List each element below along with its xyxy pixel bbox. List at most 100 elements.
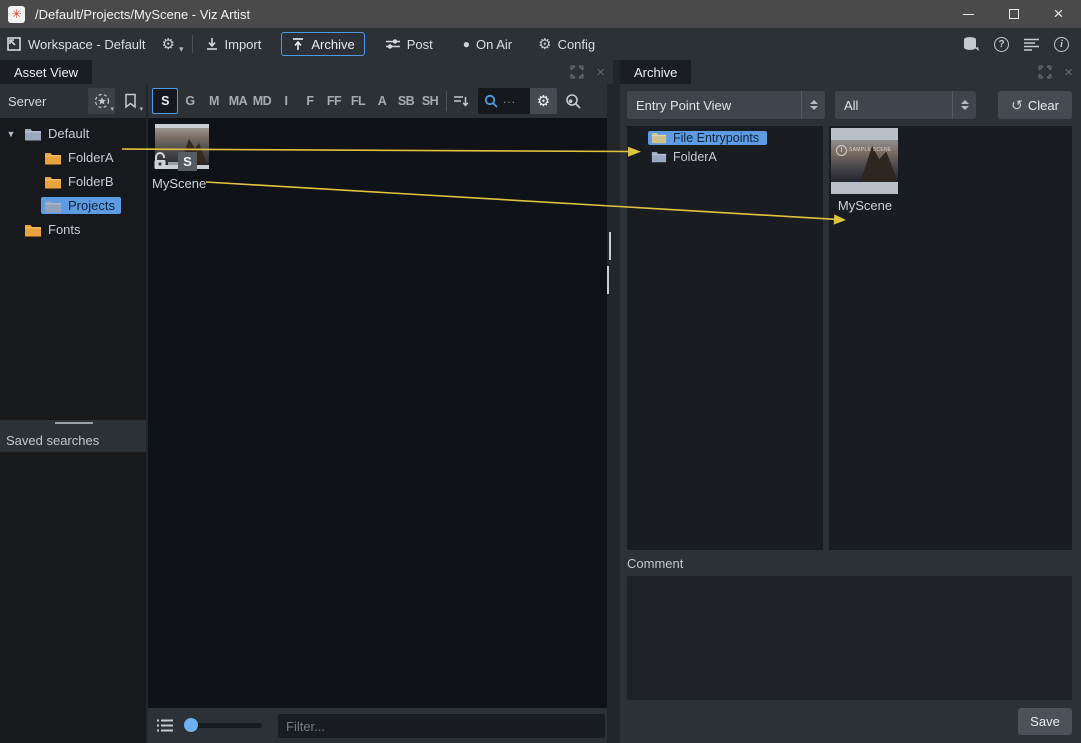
window-title: /Default/Projects/MyScene - Viz Artist bbox=[35, 7, 250, 22]
info-button[interactable]: i bbox=[1054, 37, 1069, 52]
tree-item-default[interactable]: ▼ Default bbox=[4, 122, 89, 145]
config-label: Config bbox=[558, 37, 596, 52]
help-button[interactable]: ? bbox=[994, 37, 1009, 52]
folder-icon bbox=[44, 151, 62, 165]
type-filter-i[interactable]: I bbox=[274, 94, 298, 108]
archive-asset-name-label: MyScene bbox=[829, 198, 901, 213]
asset-grid-footer bbox=[148, 708, 607, 743]
type-filter-a[interactable]: A bbox=[370, 94, 394, 108]
smart-view-button[interactable]: ▾ bbox=[88, 88, 115, 114]
minimize-button[interactable] bbox=[946, 0, 991, 28]
type-filter-ma[interactable]: MA bbox=[226, 94, 250, 108]
save-button[interactable]: Save bbox=[1018, 708, 1072, 735]
maximize-button[interactable] bbox=[991, 0, 1036, 28]
slider-knob[interactable] bbox=[184, 718, 198, 732]
folder-icon bbox=[24, 223, 42, 237]
type-filter-g[interactable]: G bbox=[178, 94, 202, 108]
search-more-label: ... bbox=[503, 92, 516, 110]
on-air-button[interactable]: ● On Air bbox=[453, 28, 522, 60]
tab-archive[interactable]: Archive bbox=[620, 60, 691, 84]
thumbnail-size-slider[interactable] bbox=[184, 723, 262, 728]
tab-asset-view[interactable]: Asset View bbox=[0, 60, 92, 84]
asset-name-label: MyScene bbox=[152, 176, 206, 191]
tree-expander-icon[interactable]: ▼ bbox=[4, 129, 18, 139]
comment-textarea[interactable] bbox=[627, 576, 1072, 700]
clear-undo-icon: ↺ bbox=[1011, 98, 1023, 112]
import-button[interactable]: Import bbox=[195, 28, 272, 60]
bookmark-button[interactable]: ▾ bbox=[117, 88, 144, 114]
archive-icon bbox=[291, 37, 305, 51]
on-air-dot-icon: ● bbox=[463, 38, 470, 50]
asset-grid[interactable]: S MyScene bbox=[148, 118, 607, 708]
expand-panel-icon[interactable] bbox=[1038, 65, 1052, 79]
lock-icon bbox=[151, 151, 169, 171]
search-settings-button[interactable]: ⚙ bbox=[530, 88, 557, 114]
type-filter-value: All bbox=[844, 98, 952, 113]
post-button[interactable]: Post bbox=[375, 28, 443, 60]
archive-tree-item-foldera[interactable]: FolderA bbox=[651, 147, 717, 166]
type-filter-select[interactable]: All bbox=[835, 91, 976, 119]
workspace-button[interactable]: Workspace - Default bbox=[0, 28, 156, 60]
panel-splitter-handle[interactable] bbox=[609, 232, 611, 260]
main-toolbar: Workspace - Default ⚙ ▾ Import Archive bbox=[0, 28, 1081, 60]
type-filter-md[interactable]: MD bbox=[250, 94, 274, 108]
type-filter-f[interactable]: F bbox=[298, 94, 322, 108]
folder-icon bbox=[651, 131, 667, 144]
type-filter-fl[interactable]: FL bbox=[346, 94, 370, 108]
folder-icon bbox=[44, 199, 62, 213]
tree-item-label: Projects bbox=[68, 198, 115, 213]
saved-searches-header: Saved searches bbox=[0, 428, 146, 452]
type-filter-sb[interactable]: SB bbox=[394, 94, 418, 108]
tree-item-folderb[interactable]: FolderB bbox=[44, 170, 114, 193]
star-refresh-icon bbox=[93, 92, 111, 110]
type-filter-m[interactable]: M bbox=[202, 94, 226, 108]
workspace-icon bbox=[6, 36, 22, 52]
server-label: Server bbox=[8, 94, 46, 109]
log-lines-icon[interactable] bbox=[1023, 37, 1040, 51]
tree-item-foldera[interactable]: FolderA bbox=[44, 146, 114, 169]
tree-item-label: Default bbox=[48, 126, 89, 141]
help-icon: ? bbox=[998, 39, 1004, 50]
saved-searches-panel[interactable] bbox=[0, 452, 146, 743]
post-sliders-icon bbox=[385, 37, 401, 51]
chevron-down-icon: ▾ bbox=[139, 105, 143, 113]
asset-type-toolbar: S G M MA MD I F FF FL A SB SH bbox=[148, 84, 607, 118]
close-panel-icon[interactable]: × bbox=[1064, 65, 1073, 80]
search-icon bbox=[484, 94, 499, 109]
sidebar-splitter-handle[interactable] bbox=[55, 422, 93, 424]
panel-splitter-handle[interactable] bbox=[607, 266, 609, 294]
config-button[interactable]: ⚙ Config bbox=[528, 28, 605, 60]
folder-icon bbox=[24, 127, 42, 141]
import-icon bbox=[205, 37, 219, 51]
list-view-icon[interactable] bbox=[156, 718, 174, 733]
workspace-settings-button[interactable]: ⚙ ▾ bbox=[156, 28, 190, 60]
view-mode-select[interactable]: Entry Point View bbox=[627, 91, 825, 119]
sort-order-icon[interactable] bbox=[453, 94, 470, 108]
close-panel-icon[interactable]: × bbox=[596, 65, 605, 80]
chevron-down-icon: ▾ bbox=[179, 44, 184, 60]
server-tree: ▼ Default FolderA bbox=[0, 118, 146, 420]
tree-item-fonts[interactable]: Fonts bbox=[24, 218, 81, 241]
gear-icon: ⚙ bbox=[162, 37, 175, 52]
post-label: Post bbox=[407, 37, 433, 52]
filter-input[interactable] bbox=[278, 714, 605, 738]
clear-button[interactable]: ↺ Clear bbox=[998, 91, 1072, 119]
search-field[interactable]: ... bbox=[478, 88, 530, 114]
archive-asset-thumbnail: I SAMPLE SCENE bbox=[831, 128, 898, 194]
type-filter-ff[interactable]: FF bbox=[322, 94, 346, 108]
asset-browser: S G M MA MD I F FF FL A SB SH bbox=[148, 84, 607, 743]
archive-tree-item-entrypoints-selected[interactable]: File Entrypoints bbox=[648, 128, 767, 147]
type-filter-sh[interactable]: SH bbox=[418, 94, 442, 108]
folder-icon bbox=[651, 150, 667, 163]
close-button[interactable]: × bbox=[1036, 0, 1081, 28]
archive-filter-row: Entry Point View All ↺ Clear bbox=[620, 88, 1081, 126]
expand-panel-icon[interactable] bbox=[570, 65, 584, 79]
advanced-search-icon[interactable] bbox=[565, 93, 582, 110]
archive-tree[interactable]: File Entrypoints FolderA bbox=[627, 126, 823, 550]
type-filter-s[interactable]: S bbox=[152, 88, 178, 114]
maximize-icon bbox=[1009, 9, 1019, 19]
tree-item-projects-selected[interactable]: Projects bbox=[41, 194, 121, 217]
database-icon[interactable] bbox=[962, 36, 980, 52]
archive-button-active[interactable]: Archive bbox=[281, 32, 364, 56]
archive-content[interactable]: I SAMPLE SCENE MyScene bbox=[829, 126, 1072, 550]
